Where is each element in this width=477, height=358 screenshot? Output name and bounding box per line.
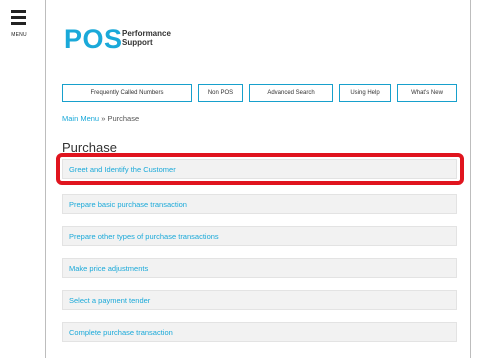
breadcrumb-current: Purchase xyxy=(107,114,140,123)
breadcrumb-main-menu-link[interactable]: Main Menu xyxy=(62,114,99,123)
logo-subtitle: Performance Support xyxy=(122,29,171,47)
hamburger-icon-bar xyxy=(11,16,26,19)
menu-item-price-adjustments[interactable]: Make price adjustments xyxy=(62,258,457,278)
nav-using-help[interactable]: Using Help xyxy=(339,84,391,102)
logo-text: POS xyxy=(64,24,123,54)
hamburger-icon xyxy=(11,10,26,13)
menu-button[interactable]: MENU xyxy=(8,6,30,40)
nav-whats-new[interactable]: What's New xyxy=(397,84,457,102)
menu-item-prepare-other-purchases[interactable]: Prepare other types of purchase transact… xyxy=(62,226,457,246)
nav-frequently-called-numbers[interactable]: Frequently Called Numbers xyxy=(62,84,192,102)
hamburger-icon-bar xyxy=(11,22,26,25)
menu-item-prepare-basic-purchase[interactable]: Prepare basic purchase transaction xyxy=(62,194,457,214)
menu-item-greet-customer[interactable]: Greet and Identify the Customer xyxy=(62,159,457,179)
pos-support-page: MENU POS Performance Support Frequently … xyxy=(0,0,477,358)
content-right-border xyxy=(470,0,471,358)
menu-item-payment-tender[interactable]: Select a payment tender xyxy=(62,290,457,310)
breadcrumb: Main Menu » Purchase xyxy=(62,114,139,123)
menu-label: MENU xyxy=(11,32,27,38)
page-title: Purchase xyxy=(62,140,117,155)
nav-advanced-search[interactable]: Advanced Search xyxy=(249,84,333,102)
nav-non-pos[interactable]: Non POS xyxy=(198,84,243,102)
menu-item-complete-purchase[interactable]: Complete purchase transaction xyxy=(62,322,457,342)
sidebar-divider xyxy=(45,0,46,358)
